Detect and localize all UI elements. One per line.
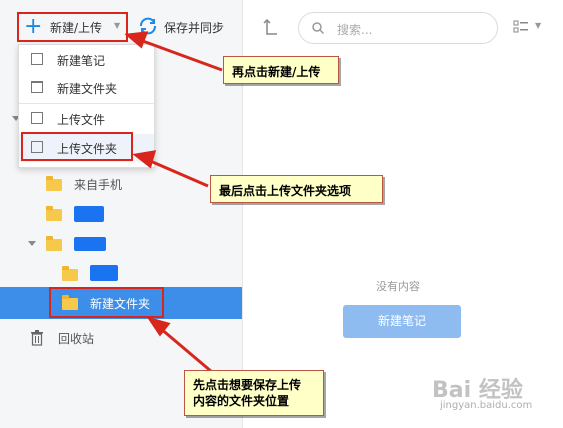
watermark-url: jingyan.baidu.com	[440, 400, 533, 411]
callout-step3: 最后点击上传文件夹选项	[210, 175, 383, 203]
callout-step2: 再点击新建/上传	[223, 56, 339, 84]
callout-step1: 先点击想要保存上传 内容的文件夹位置	[184, 370, 324, 416]
